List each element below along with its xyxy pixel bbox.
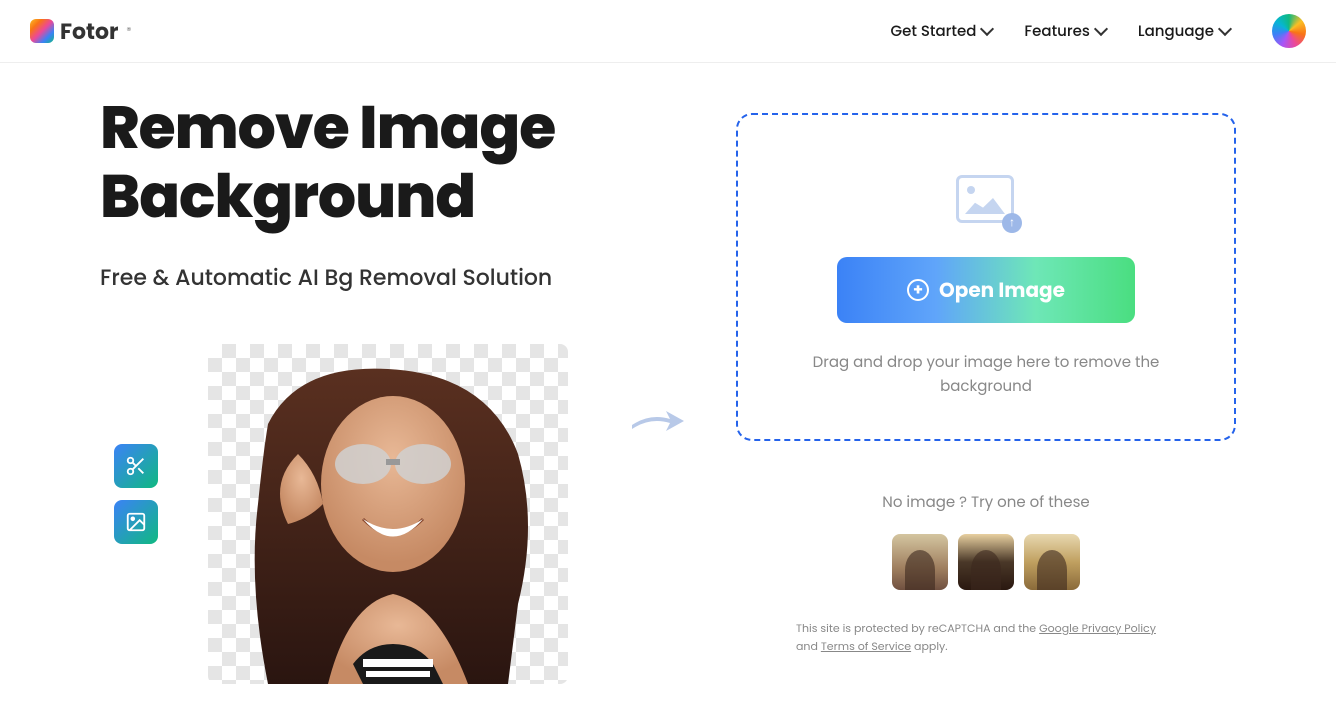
upload-section: ↑ + Open Image Drag and drop your image … (736, 93, 1236, 684)
tool-buttons (114, 444, 158, 544)
crop-tool-button[interactable] (114, 444, 158, 488)
page-title: Remove Image Background (100, 93, 676, 231)
dropzone-hint: Drag and drop your image here to remove … (768, 351, 1204, 399)
nav-language[interactable]: Language (1138, 20, 1230, 43)
chevron-down-icon (1094, 22, 1108, 36)
nav-label: Features (1024, 20, 1090, 43)
hero-section: Remove Image Background Free & Automatic… (100, 93, 676, 684)
header: Fotor ® Get Started Features Language (0, 0, 1336, 63)
legal-prefix: This site is protected by reCAPTCHA and … (796, 620, 1039, 636)
open-image-button[interactable]: + Open Image (837, 257, 1135, 323)
main-nav: Get Started Features Language (891, 14, 1306, 48)
nav-label: Get Started (891, 20, 977, 43)
dropzone[interactable]: ↑ + Open Image Drag and drop your image … (736, 113, 1236, 441)
brand-name: Fotor (60, 15, 118, 48)
upload-icon: ↑ (956, 175, 1016, 227)
sample-thumbnails (736, 534, 1236, 590)
nav-get-started[interactable]: Get Started (891, 20, 993, 43)
brand-logo-icon (30, 19, 54, 43)
image-icon (125, 511, 147, 533)
chevron-down-icon (980, 22, 994, 36)
upload-badge-icon: ↑ (1002, 213, 1022, 233)
sample-thumbnail-2[interactable] (958, 534, 1014, 590)
nav-features[interactable]: Features (1024, 20, 1106, 43)
user-avatar[interactable] (1272, 14, 1306, 48)
samples-title: No image ? Try one of these (736, 491, 1236, 514)
page-subtitle: Free & Automatic AI Bg Removal Solution (100, 261, 676, 294)
registered-mark: ® (126, 23, 131, 39)
open-image-label: Open Image (939, 275, 1065, 305)
legal-suffix: apply. (914, 638, 948, 654)
arrow-icon (630, 393, 686, 453)
sample-thumbnail-1[interactable] (892, 534, 948, 590)
scissors-icon (125, 455, 147, 477)
plus-circle-icon: + (907, 279, 929, 301)
main-content: Remove Image Background Free & Automatic… (0, 63, 1336, 684)
legal-and: and (796, 638, 821, 654)
preview-image (208, 344, 568, 684)
legal-text: This site is protected by reCAPTCHA and … (736, 620, 1236, 655)
sample-thumbnail-3[interactable] (1024, 534, 1080, 590)
preview-container (100, 344, 676, 684)
image-tool-button[interactable] (114, 500, 158, 544)
sample-person-illustration (208, 344, 568, 684)
terms-of-service-link[interactable]: Terms of Service (821, 638, 911, 654)
privacy-policy-link[interactable]: Google Privacy Policy (1039, 620, 1156, 636)
nav-label: Language (1138, 20, 1214, 43)
chevron-down-icon (1218, 22, 1232, 36)
brand-logo[interactable]: Fotor ® (30, 15, 132, 48)
